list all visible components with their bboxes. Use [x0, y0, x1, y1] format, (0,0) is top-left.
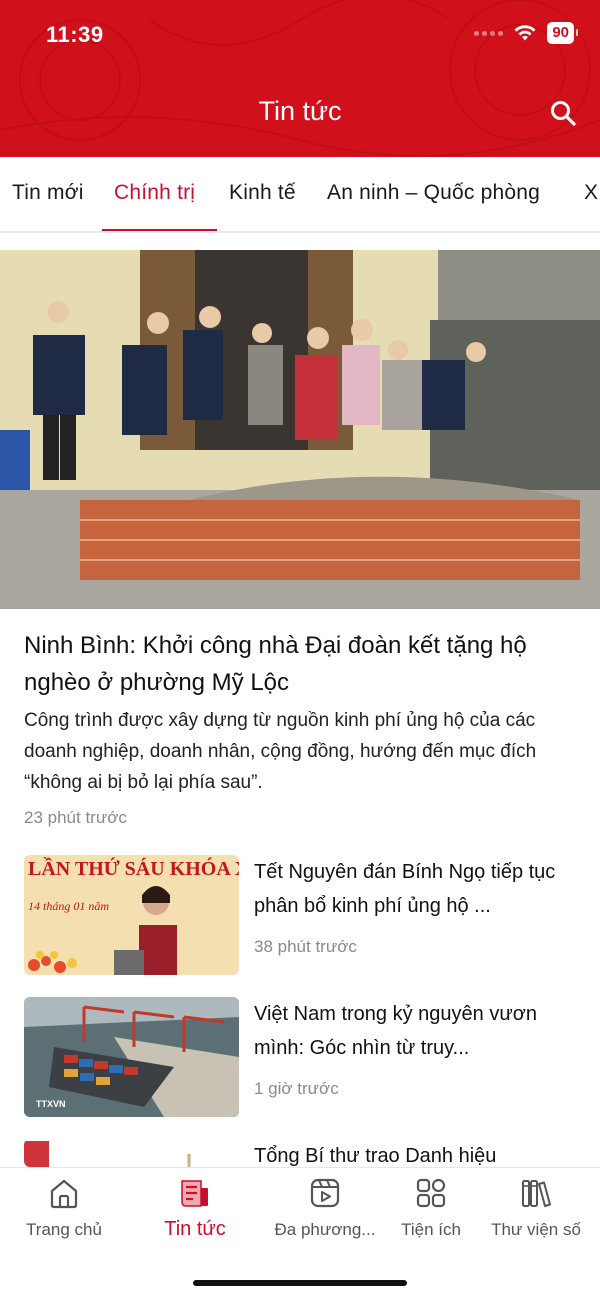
category-tabs: Tin mới Chính trị Kinh tế An ninh – Quốc…: [0, 157, 600, 233]
battery-indicator: 90: [547, 22, 578, 44]
nav-news-label: Tin tức: [164, 1218, 226, 1240]
nav-library[interactable]: Thư viện số: [476, 1176, 596, 1240]
thumb-text: LẦN THỨ SÁU KHÓA X: [28, 856, 239, 880]
article-title: Tết Nguyên đán Bính Ngọ tiếp tục phân bổ…: [254, 861, 556, 917]
article-thumbnail: LẦN THỨ SÁU KHÓA X 14 tháng 01 năm: [24, 855, 239, 975]
article-time: 38 phút trước: [254, 937, 357, 956]
article-time: 1 giờ trước: [254, 1079, 339, 1098]
wifi-icon: [514, 25, 536, 41]
featured-image[interactable]: [0, 250, 600, 609]
page-title: Tin tức: [258, 96, 342, 126]
article-thumbnail: TTXVN: [24, 997, 239, 1117]
grid-icon: [416, 1178, 446, 1208]
article-title: Việt Nam trong kỷ nguyên vươn mình: Góc …: [254, 1003, 537, 1059]
article-title: Tổng Bí thư trao Danh hiệu: [254, 1145, 497, 1167]
signal-icon: [474, 30, 504, 36]
nav-library-label: Thư viện số: [491, 1220, 581, 1239]
search-button[interactable]: [546, 96, 580, 130]
thumb-watermark: TTXVN: [36, 1099, 66, 1109]
featured-summary: Công trình được xây dựng từ nguồn kinh p…: [24, 710, 537, 793]
nav-utilities-label: Tiện ích: [401, 1220, 461, 1239]
tab-tin-moi[interactable]: Tin mới: [12, 181, 84, 205]
nav-home-label: Trang chủ: [26, 1220, 102, 1239]
search-icon: [551, 101, 576, 126]
tab-more[interactable]: X: [584, 181, 598, 205]
app-header: 11:39 90 Tin tức: [0, 0, 600, 157]
featured-time: 23 phút trước: [24, 808, 127, 827]
active-tab-indicator: [102, 229, 217, 231]
article-thumbnail: [24, 1139, 239, 1167]
svg-text:14 tháng 01 năm: 14 tháng 01 năm: [28, 899, 109, 913]
article-item[interactable]: Tổng Bí thư trao Danh hiệu: [24, 1139, 584, 1167]
featured-title[interactable]: Ninh Bình: Khởi công nhà Đại đoàn kết tặ…: [24, 627, 584, 701]
article-item[interactable]: TTXVN Việt Nam trong kỷ nguyên vươn mình…: [24, 997, 584, 1117]
home-icon: [50, 1179, 78, 1209]
tab-an-ninh-quoc-phong[interactable]: An ninh – Quốc phòng: [327, 181, 540, 205]
multimedia-icon: [310, 1178, 340, 1208]
nav-news[interactable]: Tin tức: [135, 1176, 255, 1241]
tab-kinh-te[interactable]: Kinh tế: [229, 181, 296, 205]
library-icon: [522, 1180, 551, 1207]
status-time: 11:39: [46, 22, 104, 47]
status-icons: 90: [474, 22, 578, 44]
nav-home[interactable]: Trang chủ: [4, 1176, 124, 1240]
news-icon: [181, 1180, 208, 1207]
home-indicator: [193, 1280, 407, 1286]
tab-chinh-tri[interactable]: Chính trị: [114, 181, 195, 205]
article-item[interactable]: LẦN THỨ SÁU KHÓA X 14 tháng 01 năm Tết N…: [24, 855, 584, 975]
nav-utilities[interactable]: Tiện ích: [371, 1176, 491, 1240]
nav-multimedia-label: Đa phương...: [274, 1220, 376, 1239]
nav-multimedia[interactable]: Đa phương...: [265, 1176, 385, 1240]
